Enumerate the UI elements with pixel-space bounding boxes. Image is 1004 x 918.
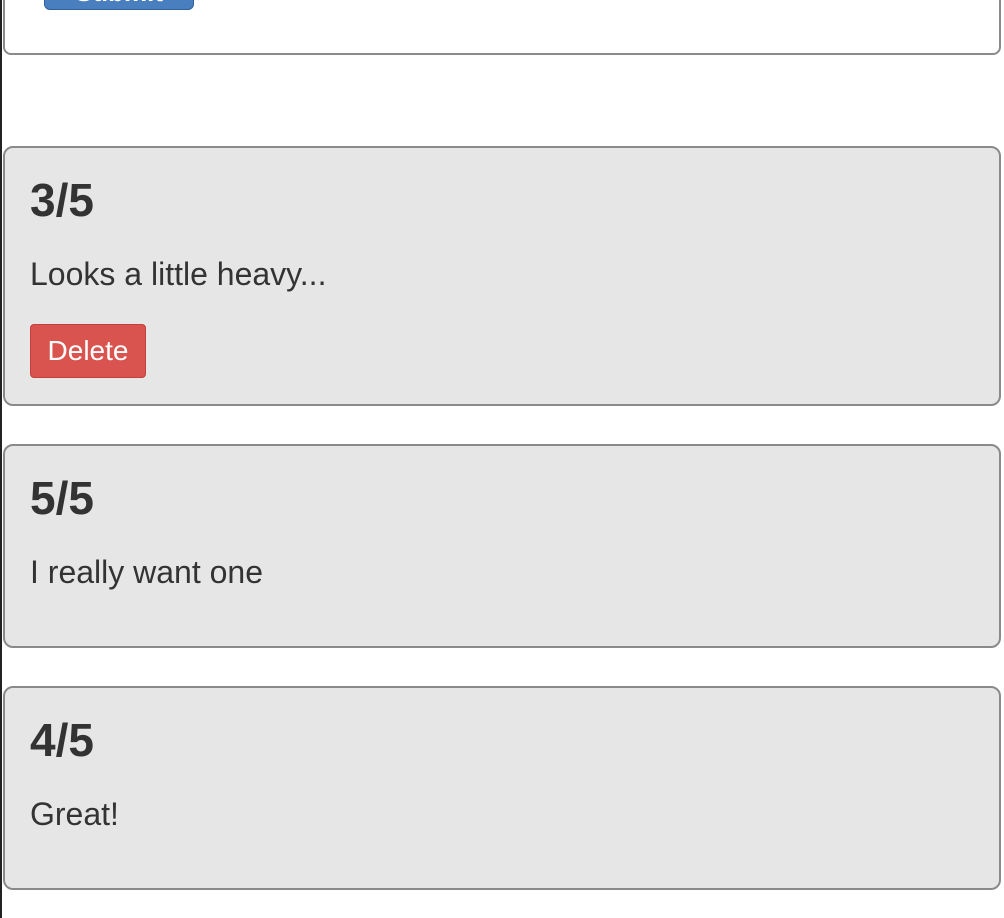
page: Submit 3/5 Looks a little heavy... Delet… [0,0,1004,918]
review-rating: 5/5 [30,472,94,524]
review-card: 4/5 Great! [3,686,1001,890]
review-text: I really want one [30,554,264,590]
review-rating: 3/5 [30,174,94,226]
review-text: Great! [30,796,119,832]
review-form-card: Submit [3,0,1001,55]
review-text: Looks a little heavy... [30,256,327,292]
review-card: 3/5 Looks a little heavy... Delete [3,146,1001,406]
review-card: 5/5 I really want one [3,444,1001,648]
review-rating: 4/5 [30,714,94,766]
window-edge [0,0,2,918]
submit-button[interactable]: Submit [44,0,194,10]
delete-review-button[interactable]: Delete [30,324,146,378]
